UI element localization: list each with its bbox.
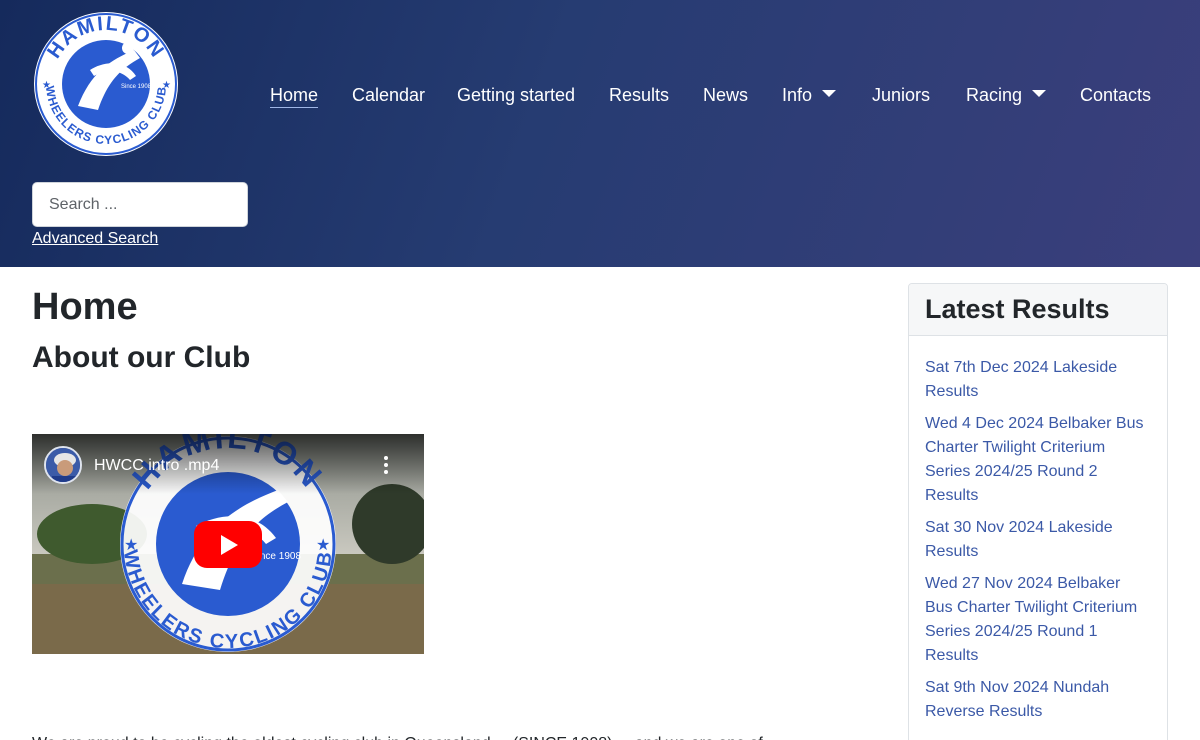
nav-item-calendar[interactable]: Calendar — [352, 84, 425, 108]
play-button[interactable] — [194, 521, 262, 568]
video-title-bar — [32, 434, 424, 494]
site-header: HAMILTON WHEELERS CYCLING CLUB Since 190… — [0, 0, 1200, 267]
result-link[interactable]: Wed 4 Dec 2024 Belbaker Bus Charter Twil… — [925, 412, 1151, 508]
video-logo-star-icon: ★ — [124, 537, 138, 554]
results-list: Sat 7th Dec 2024 Lakeside Results Wed 4 … — [909, 336, 1167, 724]
list-item: Wed 4 Dec 2024 Belbaker Bus Charter Twil… — [925, 412, 1151, 508]
chevron-down-icon — [1032, 90, 1047, 97]
list-item: Sat 30 Nov 2024 Lakeside Results — [925, 516, 1151, 564]
latest-results-heading: Latest Results — [909, 284, 1167, 336]
video-logo-star-icon: ★ — [316, 537, 330, 554]
intro-paragraph: We are proud to be cycling the oldest cy… — [32, 732, 872, 740]
search-input[interactable] — [32, 182, 248, 227]
nav-item-news[interactable]: News — [703, 84, 748, 108]
more-options-icon[interactable] — [380, 454, 392, 480]
nav-item-contacts[interactable]: Contacts — [1080, 84, 1151, 108]
result-link[interactable]: Sat 30 Nov 2024 Lakeside Results — [925, 516, 1151, 564]
list-item: Sat 7th Dec 2024 Lakeside Results — [925, 356, 1151, 404]
main-navigation: Home Calendar Getting started Results Ne… — [0, 84, 1200, 108]
page-title: Home — [32, 286, 138, 328]
list-item: Wed 27 Nov 2024 Belbaker Bus Charter Twi… — [925, 572, 1151, 668]
nav-item-results[interactable]: Results — [609, 84, 669, 108]
latest-results-panel: Latest Results Sat 7th Dec 2024 Lakeside… — [908, 283, 1168, 740]
section-title: About our Club — [32, 341, 251, 374]
result-link[interactable]: Sat 7th Dec 2024 Lakeside Results — [925, 356, 1151, 404]
nav-item-home[interactable]: Home — [270, 84, 319, 108]
list-item: Sat 9th Nov 2024 Nundah Reverse Results — [925, 676, 1151, 724]
nav-item-racing[interactable]: Racing — [966, 84, 1047, 108]
result-link[interactable]: Sat 9th Nov 2024 Nundah Reverse Results — [925, 676, 1151, 724]
video-embed[interactable]: HAMILTON WHEELERS CYCLING CLUB Since 190… — [32, 434, 424, 654]
result-link[interactable]: Wed 27 Nov 2024 Belbaker Bus Charter Twi… — [925, 572, 1151, 668]
nav-item-info[interactable]: Info — [782, 84, 837, 108]
chevron-down-icon — [822, 90, 837, 97]
nav-item-juniors[interactable]: Juniors — [872, 84, 930, 108]
channel-avatar[interactable] — [44, 446, 82, 484]
advanced-search-link[interactable]: Advanced Search — [32, 229, 158, 248]
video-title[interactable]: HWCC intro .mp4 — [94, 456, 219, 476]
nav-item-getting-started[interactable]: Getting started — [457, 84, 575, 108]
